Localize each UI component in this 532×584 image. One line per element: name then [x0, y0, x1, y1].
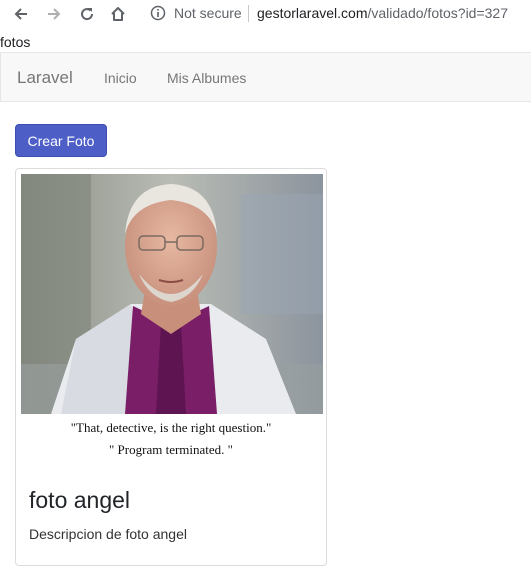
- browser-toolbar: Not secure gestorlaravel.com/validado/fo…: [0, 0, 532, 27]
- photo-caption-line-1: "That, detective, is the right question.…: [70, 420, 272, 435]
- url-path: /validado/fotos?id=327: [367, 5, 509, 21]
- reload-button[interactable]: [76, 3, 98, 25]
- forward-arrow-icon: [48, 8, 61, 20]
- address-divider: [248, 5, 249, 22]
- reload-icon: [81, 8, 94, 21]
- back-arrow-icon: [14, 8, 27, 20]
- photo-card: "That, detective, is the right question.…: [15, 168, 327, 566]
- forward-button[interactable]: [43, 3, 65, 25]
- photo-image: [21, 174, 323, 414]
- photo-caption-line-2: " Program terminated. ": [109, 442, 233, 457]
- navbar: Laravel Inicio Mis Albumes: [0, 52, 531, 102]
- card-title: foto angel: [29, 487, 131, 513]
- nav-link-inicio[interactable]: Inicio: [104, 70, 137, 86]
- card-description: Descripcion de foto angel: [29, 526, 187, 542]
- back-button[interactable]: [10, 3, 32, 25]
- security-status-label[interactable]: Not secure: [174, 5, 242, 21]
- address-bar[interactable]: gestorlaravel.com/validado/fotos?id=327: [257, 5, 508, 21]
- home-button[interactable]: [107, 3, 129, 25]
- url-host: gestorlaravel.com: [257, 5, 368, 21]
- page-heading-text: fotos: [0, 34, 31, 50]
- nav-link-mis-albumes[interactable]: Mis Albumes: [167, 70, 246, 86]
- home-icon: [111, 7, 125, 21]
- navbar-brand[interactable]: Laravel: [17, 68, 73, 88]
- info-icon[interactable]: [150, 5, 166, 21]
- create-photo-button[interactable]: Crear Foto: [15, 124, 107, 157]
